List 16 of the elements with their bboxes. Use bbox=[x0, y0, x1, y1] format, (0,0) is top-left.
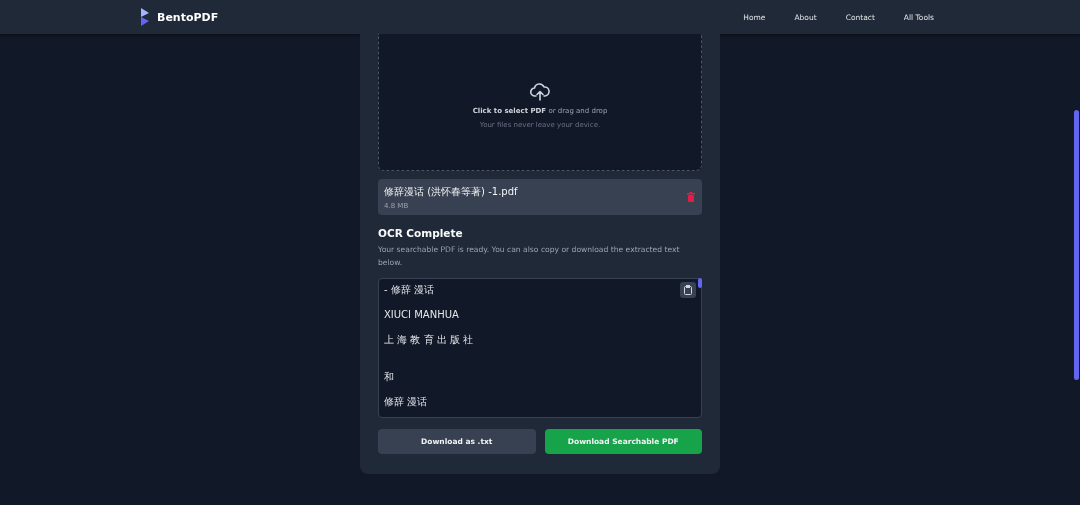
page-scrollbar-thumb[interactable] bbox=[1074, 110, 1079, 380]
text-line: - 修辞 漫话 bbox=[384, 283, 434, 296]
text-area[interactable]: - 修辞 漫话 XIUCI MANHUA 上 海 教 育 出 版 社 和 修辞 漫话 bbox=[378, 278, 702, 418]
text-line: 和 bbox=[384, 370, 394, 383]
cloud-upload-icon bbox=[530, 83, 550, 101]
result-title: OCR Complete bbox=[378, 227, 464, 239]
logo-icon bbox=[140, 8, 150, 26]
copy-button[interactable] bbox=[680, 282, 696, 298]
text-line: 修辞 漫话 bbox=[384, 395, 428, 408]
brand-name[interactable]: BentoPDF bbox=[157, 10, 219, 24]
file-name: 修辞漫话 (洪怀春等著) -1.pdf bbox=[384, 184, 518, 199]
scrollbar-thumb[interactable] bbox=[698, 278, 702, 288]
trash-icon[interactable] bbox=[687, 192, 695, 202]
text-line: XIUCI MANHUA bbox=[384, 308, 459, 321]
text-line: 上 海 教 育 出 版 社 bbox=[384, 333, 474, 346]
clipboard-icon bbox=[684, 285, 692, 295]
